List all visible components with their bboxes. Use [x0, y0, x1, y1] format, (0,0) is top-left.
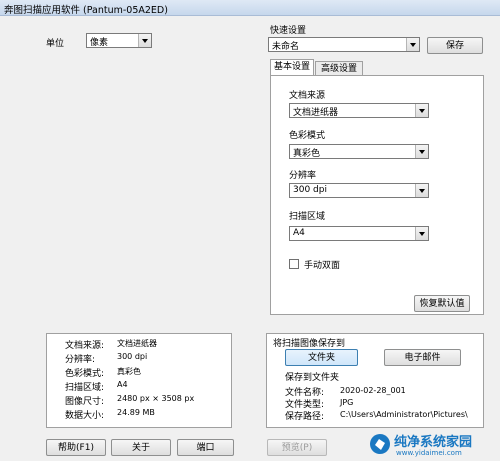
chevron-down-icon — [406, 38, 419, 51]
basic-settings-panel: 文档来源 文档进纸器 色彩模式 真彩色 分辨率 300 dpi 扫描区域 A4 … — [270, 75, 484, 315]
unit-label: 单位 — [46, 39, 65, 49]
document-source-dropdown[interactable]: 文档进纸器 — [289, 103, 429, 118]
manual-duplex-label: 手动双面 — [304, 261, 341, 271]
watermark-url: www.yidaimei.com — [396, 449, 462, 457]
preview-button[interactable]: 预览(P) — [267, 439, 327, 456]
save-destination-panel: 将扫描图像保存到 文件夹 电子邮件 保存到文件夹 文件名称: 2020-02-2… — [266, 333, 484, 428]
chevron-down-icon — [415, 104, 428, 117]
chevron-down-icon — [415, 145, 428, 158]
scan-summary-panel: 文档来源: 文档进纸器 分辨率: 300 dpi 色彩模式: 真彩色 扫描区域:… — [46, 333, 232, 428]
document-source-label: 文档来源 — [289, 91, 326, 101]
summary-value: 文档进纸器 — [117, 339, 157, 348]
summary-list: 文档来源: 文档进纸器 分辨率: 300 dpi 色彩模式: 真彩色 扫描区域:… — [65, 338, 230, 426]
help-button[interactable]: 帮助(F1) — [46, 439, 106, 456]
scan-area-label: 扫描区域 — [289, 212, 326, 222]
restore-defaults-button[interactable]: 恢复默认值 — [414, 295, 470, 312]
manual-duplex-checkbox[interactable] — [289, 259, 299, 269]
window-title: 奔图扫描应用软件 (Pantum-05A2ED) — [4, 5, 168, 16]
summary-key: 色彩模式: — [65, 369, 105, 379]
about-button[interactable]: 关于 — [111, 439, 171, 456]
unit-value: 像素 — [90, 38, 109, 48]
resolution-label: 分辨率 — [289, 171, 317, 181]
color-mode-dropdown[interactable]: 真彩色 — [289, 144, 429, 159]
resolution-value: 300 dpi — [293, 185, 327, 195]
summary-value: 2480 px × 3508 px — [117, 394, 195, 403]
summary-row: 色彩模式: 真彩色 — [65, 366, 245, 379]
scan-area-dropdown[interactable]: A4 — [289, 226, 429, 241]
unit-dropdown[interactable]: 像素 — [86, 33, 152, 48]
save-to-folder-subtitle: 保存到文件夹 — [285, 373, 340, 383]
summary-value: 300 dpi — [117, 352, 148, 361]
quick-settings-dropdown[interactable]: 未命名 — [268, 37, 420, 52]
file-name-value: 2020-02-28_001 — [340, 386, 406, 395]
summary-value: 24.89 MB — [117, 408, 155, 417]
chevron-down-icon — [415, 227, 428, 240]
summary-row: 数据大小: 24.89 MB — [65, 408, 245, 421]
summary-row: 分辨率: 300 dpi — [65, 352, 245, 365]
summary-key: 图像尺寸: — [65, 397, 105, 407]
summary-row: 扫描区域: A4 — [65, 380, 245, 393]
chevron-down-icon — [415, 184, 428, 197]
save-path-value: C:\Users\Administrator\Pictures\ — [340, 410, 468, 419]
summary-value: A4 — [117, 380, 128, 389]
chevron-down-icon — [138, 34, 151, 47]
document-source-value: 文档进纸器 — [293, 108, 339, 118]
watermark-logo-icon — [370, 434, 390, 454]
summary-key: 扫描区域: — [65, 383, 105, 393]
save-destination-title: 将扫描图像保存到 — [273, 339, 346, 349]
save-to-email-button[interactable]: 电子邮件 — [384, 349, 461, 366]
resolution-dropdown[interactable]: 300 dpi — [289, 183, 429, 198]
watermark: 纯净系统家园 www.yidaimei.com — [369, 429, 497, 459]
summary-key: 分辨率: — [65, 355, 96, 365]
summary-value: 真彩色 — [117, 367, 141, 376]
save-to-folder-button[interactable]: 文件夹 — [285, 349, 358, 366]
file-type-value: JPG — [340, 398, 354, 407]
scan-area-value: A4 — [293, 228, 305, 238]
summary-row: 图像尺寸: 2480 px × 3508 px — [65, 394, 245, 407]
summary-key: 文档来源: — [65, 341, 105, 351]
summary-row: 文档来源: 文档进纸器 — [65, 338, 245, 351]
summary-key: 数据大小: — [65, 411, 105, 421]
quick-settings-value: 未命名 — [272, 42, 300, 52]
tab-basic-settings[interactable]: 基本设置 — [270, 59, 314, 76]
watermark-title: 纯净系统家园 — [394, 435, 473, 450]
quick-settings-label: 快速设置 — [270, 26, 307, 36]
color-mode-value: 真彩色 — [293, 149, 321, 159]
tab-advanced-settings[interactable]: 高级设置 — [315, 61, 363, 75]
port-button[interactable]: 端口 — [177, 439, 234, 456]
title-bar: 奔图扫描应用软件 (Pantum-05A2ED) — [0, 0, 500, 16]
save-preset-button[interactable]: 保存 — [427, 37, 483, 54]
color-mode-label: 色彩模式 — [289, 131, 326, 141]
save-path-key: 保存路径: — [285, 412, 325, 422]
